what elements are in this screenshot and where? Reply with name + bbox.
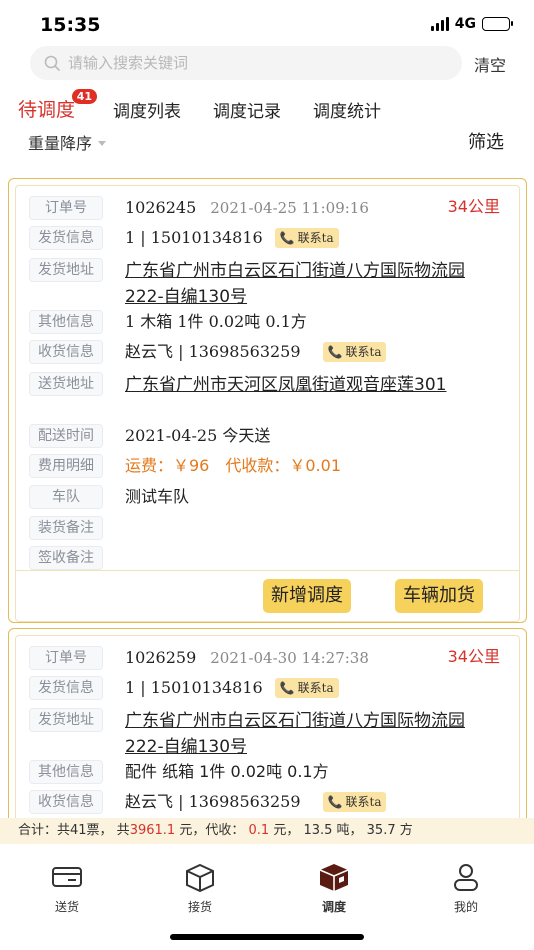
cod-amount: 代收款：￥0.01 (225, 456, 342, 475)
field-label: 发货信息 (29, 676, 103, 700)
distance: 34公里 (447, 647, 500, 666)
battery-icon: ⚡ (482, 16, 513, 31)
order-timestamp: 2021-04-30 14:27:38 (210, 649, 369, 667)
field-sign-note: 签收备注 (29, 546, 103, 570)
chevron-down-icon (98, 140, 107, 146)
field-order-no: 订单号 1026259 2021-04-30 14:27:38 (29, 646, 369, 670)
order-card[interactable]: 34公里 订单号 1026245 2021-04-25 11:09:16 发货信息… (8, 178, 527, 623)
field-fleet: 车队 测试车队 (29, 485, 189, 509)
nav-delivery[interactable]: 送货 (27, 862, 107, 915)
field-label: 装货备注 (29, 516, 103, 540)
field-label: 费用明细 (29, 454, 103, 478)
delivery-time: 2021-04-25 今天送 (125, 426, 271, 445)
field-label: 送货地址 (29, 372, 103, 396)
field-other: 其他信息 1 木箱 1件 0.02吨 0.1方 (29, 310, 307, 334)
sort-label: 重量降序 (28, 134, 93, 153)
contact-shipper-button[interactable]: 📞 联系ta (274, 227, 339, 248)
field-shipper: 发货信息 1 | 15010134816 📞 联系ta (29, 226, 339, 250)
fee-details: 运费：￥96 代收款：￥0.01 (125, 454, 341, 478)
clear-button[interactable]: 清空 (474, 52, 506, 76)
order-number: 1026259 2021-04-30 14:27:38 (125, 648, 369, 667)
receiver-info: 赵云飞 | 13698563259 📞 联系ta (125, 790, 387, 814)
order-timestamp: 2021-04-25 11:09:16 (210, 199, 369, 217)
home-indicator (170, 934, 364, 940)
order-card[interactable]: 34公里 订单号 1026259 2021-04-30 14:27:38 发货信息… (8, 628, 527, 828)
tab-label: 待调度 (18, 99, 76, 121)
field-receiver: 收货信息 赵云飞 | 13698563259 📞 联系ta (29, 790, 387, 814)
tab-dispatch-list[interactable]: 调度列表 (113, 97, 181, 122)
field-delivery-address: 送货地址 广东省广州市天河区凤凰街道观音座莲301 (29, 372, 485, 398)
delivery-address-link[interactable]: 广东省广州市天河区凤凰街道观音座莲301 (125, 372, 485, 398)
field-label: 订单号 (29, 646, 103, 670)
field-other: 其他信息 配件 纸箱 1件 0.02吨 0.1方 (29, 760, 329, 784)
tab-dispatch-stats[interactable]: 调度统计 (313, 97, 381, 122)
status-indicators: 4G ⚡ (430, 16, 513, 32)
nav-dispatch[interactable]: 调度 (294, 862, 374, 915)
field-label: 其他信息 (29, 760, 103, 784)
order-number: 1026245 2021-04-25 11:09:16 (125, 198, 369, 217)
sort-dropdown[interactable]: 重量降序 (28, 130, 107, 154)
fleet-name: 测试车队 (125, 487, 190, 506)
field-pickup-address: 发货地址 广东省广州市白云区石门街道八方国际物流园222-自编130号 (29, 258, 485, 310)
field-delivery-time: 配送时间 2021-04-25 今天送 (29, 424, 270, 448)
shipper-info: 1 | 15010134816 📞 联系ta (125, 226, 339, 250)
cargo-info: 1 木箱 1件 0.02吨 0.1方 (125, 312, 307, 331)
field-label: 发货地址 (29, 258, 103, 282)
field-label: 收货信息 (29, 790, 103, 814)
tab-dispatch-records[interactable]: 调度记录 (213, 97, 281, 122)
dispatch-box-icon (319, 864, 349, 891)
field-shipper: 发货信息 1 | 15010134816 📞 联系ta (29, 676, 339, 700)
signal-icon (430, 17, 449, 31)
contact-shipper-button[interactable]: 📞 联系ta (274, 677, 339, 698)
field-label: 配送时间 (29, 424, 103, 448)
contact-receiver-button[interactable]: 📞 联系ta (322, 791, 387, 812)
receiver-info: 赵云飞 | 13698563259 📞 联系ta (125, 340, 387, 364)
field-fees: 费用明细 运费：￥96 代收款：￥0.01 (29, 454, 341, 478)
search-bar[interactable] (30, 46, 462, 80)
vehicle-load-button[interactable]: 车辆加货 (395, 579, 483, 613)
pickup-address-link[interactable]: 广东省广州市白云区石门街道八方国际物流园222-自编130号 (125, 258, 485, 310)
status-bar: 15:35 4G ⚡ (0, 0, 534, 44)
field-label: 其他信息 (29, 310, 103, 334)
field-label: 发货信息 (29, 226, 103, 250)
nav-receive[interactable]: 接货 (160, 862, 240, 915)
distance: 34公里 (447, 197, 500, 216)
search-input[interactable] (68, 54, 428, 72)
phone-icon: 📞 (327, 344, 343, 359)
tab-pending-dispatch[interactable]: 待调度 41 (18, 89, 98, 122)
filter-button[interactable]: 筛选 (468, 128, 504, 154)
phone-icon: 📞 (279, 230, 295, 245)
field-label: 签收备注 (29, 546, 103, 570)
cargo-info: 配件 纸箱 1件 0.02吨 0.1方 (125, 762, 329, 781)
truck-delivery-icon (52, 867, 82, 887)
search-icon (44, 55, 60, 71)
field-load-note: 装货备注 (29, 516, 103, 540)
phone-icon: 📞 (279, 680, 295, 695)
field-label: 订单号 (29, 196, 103, 220)
tab-bar: 待调度 41 调度列表 调度记录 调度统计 (18, 88, 413, 122)
status-time: 15:35 (40, 14, 101, 36)
total-amount: 3961.1 (129, 823, 176, 838)
nav-profile[interactable]: 我的 (426, 862, 506, 915)
field-order-no: 订单号 1026245 2021-04-25 11:09:16 (29, 196, 369, 220)
contact-receiver-button[interactable]: 📞 联系ta (322, 341, 387, 362)
network-type: 4G (454, 16, 476, 32)
field-label: 收货信息 (29, 340, 103, 364)
add-dispatch-button[interactable]: 新增调度 (263, 579, 351, 613)
package-receive-icon (186, 863, 214, 893)
totals-summary: 合计：共41票， 共3961.1 元，代收： 0.1 元， 13.5 吨， 35… (0, 818, 534, 844)
card-actions: 新增调度 车辆加货 (15, 570, 520, 622)
total-cod: 0.1 (248, 823, 270, 838)
field-label: 车队 (29, 485, 103, 509)
freight-fee: 运费：￥96 (125, 456, 210, 475)
field-pickup-address: 发货地址 广东省广州市白云区石门街道八方国际物流园222-自编130号 (29, 708, 485, 760)
shipper-info: 1 | 15010134816 📞 联系ta (125, 676, 339, 700)
phone-icon: 📞 (327, 794, 343, 809)
tab-badge: 41 (71, 89, 98, 104)
field-label: 发货地址 (29, 708, 103, 732)
user-profile-icon (454, 864, 478, 891)
field-receiver: 收货信息 赵云飞 | 13698563259 📞 联系ta (29, 340, 387, 364)
pickup-address-link[interactable]: 广东省广州市白云区石门街道八方国际物流园222-自编130号 (125, 708, 485, 760)
